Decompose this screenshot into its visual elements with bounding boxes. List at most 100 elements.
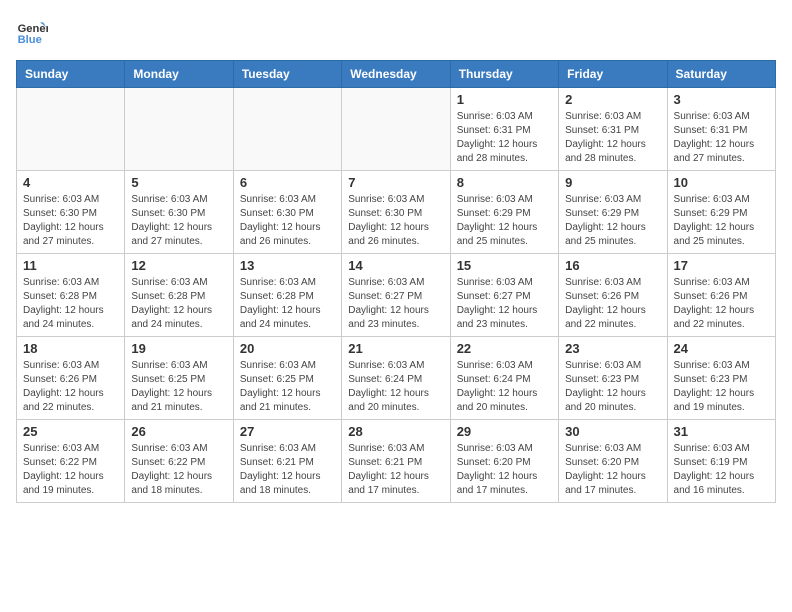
day-number: 5 <box>131 175 226 190</box>
weekday-header-sunday: Sunday <box>17 61 125 88</box>
day-number: 18 <box>23 341 118 356</box>
day-cell-13: 13 Sunrise: 6:03 AM Sunset: 6:28 PM Dayli… <box>233 254 341 337</box>
day-number: 21 <box>348 341 443 356</box>
day-number: 26 <box>131 424 226 439</box>
day-cell-31: 31Sunrise: 6:03 AM Sunset: 6:19 PM Dayli… <box>667 420 775 503</box>
day-number: 12 <box>131 258 226 273</box>
day-number: 14 <box>348 258 443 273</box>
day-info: Sunrise: 6:03 AM Sunset: 6:21 PM Dayligh… <box>348 442 443 498</box>
day-number: 27 <box>240 424 335 439</box>
empty-cell <box>125 88 233 171</box>
day-cell-29: 29 Sunrise: 6:03 AM Sunset: 6:20 PM Dayli… <box>450 420 558 503</box>
weekday-header-friday: Friday <box>559 61 667 88</box>
day-info: Sunrise: 6:03 AM Sunset: 6:23 PM Dayligh… <box>674 359 769 415</box>
week-row-5: 25 Sunrise: 6:03 AM Sunset: 6:22 PM Dayli… <box>17 420 776 503</box>
day-info: Sunrise: 6:03 AM Sunset: 6:26 PM Dayligh… <box>565 276 660 332</box>
day-info: Sunrise: 6:03 AM Sunset: 6:24 PM Dayligh… <box>457 359 552 415</box>
day-info: Sunrise: 6:03 AM Sunset: 6:21 PM Dayligh… <box>240 442 335 498</box>
day-info: Sunrise: 6:03 AM Sunset: 6:31 PM Dayligh… <box>565 110 660 166</box>
calendar-table: SundayMondayTuesdayWednesdayThursdayFrid… <box>16 60 776 503</box>
day-info: Sunrise: 6:03 AM Sunset: 6:29 PM Dayligh… <box>457 193 552 249</box>
day-info: Sunrise: 6:03 AM Sunset: 6:20 PM Dayligh… <box>457 442 552 498</box>
logo: General Blue <box>16 16 48 48</box>
day-cell-15: 15 Sunrise: 6:03 AM Sunset: 6:27 PM Dayli… <box>450 254 558 337</box>
weekday-header-row: SundayMondayTuesdayWednesdayThursdayFrid… <box>17 61 776 88</box>
day-cell-17: 17Sunrise: 6:03 AM Sunset: 6:26 PM Dayli… <box>667 254 775 337</box>
day-cell-4: 4 Sunrise: 6:03 AM Sunset: 6:30 PM Daylig… <box>17 171 125 254</box>
day-info: Sunrise: 6:03 AM Sunset: 6:26 PM Dayligh… <box>674 276 769 332</box>
day-number: 10 <box>674 175 769 190</box>
day-cell-1: 1 Sunrise: 6:03 AM Sunset: 6:31 PM Daylig… <box>450 88 558 171</box>
day-info: Sunrise: 6:03 AM Sunset: 6:28 PM Dayligh… <box>131 276 226 332</box>
day-number: 7 <box>348 175 443 190</box>
day-info: Sunrise: 6:03 AM Sunset: 6:28 PM Dayligh… <box>240 276 335 332</box>
day-cell-20: 20 Sunrise: 6:03 AM Sunset: 6:25 PM Dayli… <box>233 337 341 420</box>
day-info: Sunrise: 6:03 AM Sunset: 6:27 PM Dayligh… <box>457 276 552 332</box>
day-number: 1 <box>457 92 552 107</box>
svg-text:Blue: Blue <box>18 34 42 46</box>
day-cell-25: 25 Sunrise: 6:03 AM Sunset: 6:22 PM Dayli… <box>17 420 125 503</box>
day-info: Sunrise: 6:03 AM Sunset: 6:27 PM Dayligh… <box>348 276 443 332</box>
page-header: General Blue <box>16 16 776 48</box>
day-info: Sunrise: 6:03 AM Sunset: 6:26 PM Dayligh… <box>23 359 118 415</box>
weekday-header-saturday: Saturday <box>667 61 775 88</box>
day-info: Sunrise: 6:03 AM Sunset: 6:30 PM Dayligh… <box>131 193 226 249</box>
day-cell-26: 26 Sunrise: 6:03 AM Sunset: 6:22 PM Dayli… <box>125 420 233 503</box>
weekday-header-thursday: Thursday <box>450 61 558 88</box>
day-info: Sunrise: 6:03 AM Sunset: 6:31 PM Dayligh… <box>674 110 769 166</box>
day-cell-23: 23Sunrise: 6:03 AM Sunset: 6:23 PM Dayli… <box>559 337 667 420</box>
day-number: 2 <box>565 92 660 107</box>
empty-cell <box>342 88 450 171</box>
day-number: 15 <box>457 258 552 273</box>
day-info: Sunrise: 6:03 AM Sunset: 6:25 PM Dayligh… <box>240 359 335 415</box>
day-info: Sunrise: 6:03 AM Sunset: 6:29 PM Dayligh… <box>674 193 769 249</box>
week-row-4: 18 Sunrise: 6:03 AM Sunset: 6:26 PM Dayli… <box>17 337 776 420</box>
day-info: Sunrise: 6:03 AM Sunset: 6:30 PM Dayligh… <box>240 193 335 249</box>
day-cell-2: 2 Sunrise: 6:03 AM Sunset: 6:31 PM Daylig… <box>559 88 667 171</box>
day-number: 13 <box>240 258 335 273</box>
day-info: Sunrise: 6:03 AM Sunset: 6:24 PM Dayligh… <box>348 359 443 415</box>
day-info: Sunrise: 6:03 AM Sunset: 6:31 PM Dayligh… <box>457 110 552 166</box>
day-number: 28 <box>348 424 443 439</box>
day-cell-14: 14 Sunrise: 6:03 AM Sunset: 6:27 PM Dayli… <box>342 254 450 337</box>
day-cell-5: 5 Sunrise: 6:03 AM Sunset: 6:30 PM Daylig… <box>125 171 233 254</box>
day-cell-12: 12 Sunrise: 6:03 AM Sunset: 6:28 PM Dayli… <box>125 254 233 337</box>
day-cell-30: 30 Sunrise: 6:03 AM Sunset: 6:20 PM Dayli… <box>559 420 667 503</box>
day-info: Sunrise: 6:03 AM Sunset: 6:19 PM Dayligh… <box>674 442 769 498</box>
week-row-1: 1 Sunrise: 6:03 AM Sunset: 6:31 PM Daylig… <box>17 88 776 171</box>
day-number: 4 <box>23 175 118 190</box>
day-info: Sunrise: 6:03 AM Sunset: 6:30 PM Dayligh… <box>23 193 118 249</box>
empty-cell <box>233 88 341 171</box>
day-cell-24: 24Sunrise: 6:03 AM Sunset: 6:23 PM Dayli… <box>667 337 775 420</box>
day-info: Sunrise: 6:03 AM Sunset: 6:22 PM Dayligh… <box>131 442 226 498</box>
day-info: Sunrise: 6:03 AM Sunset: 6:20 PM Dayligh… <box>565 442 660 498</box>
day-number: 20 <box>240 341 335 356</box>
day-cell-6: 6 Sunrise: 6:03 AM Sunset: 6:30 PM Daylig… <box>233 171 341 254</box>
day-number: 3 <box>674 92 769 107</box>
day-number: 9 <box>565 175 660 190</box>
day-cell-11: 11 Sunrise: 6:03 AM Sunset: 6:28 PM Dayli… <box>17 254 125 337</box>
day-cell-18: 18 Sunrise: 6:03 AM Sunset: 6:26 PM Dayli… <box>17 337 125 420</box>
week-row-3: 11 Sunrise: 6:03 AM Sunset: 6:28 PM Dayli… <box>17 254 776 337</box>
day-number: 30 <box>565 424 660 439</box>
day-cell-8: 8 Sunrise: 6:03 AM Sunset: 6:29 PM Daylig… <box>450 171 558 254</box>
weekday-header-monday: Monday <box>125 61 233 88</box>
weekday-header-tuesday: Tuesday <box>233 61 341 88</box>
day-number: 8 <box>457 175 552 190</box>
day-cell-9: 9Sunrise: 6:03 AM Sunset: 6:29 PM Daylig… <box>559 171 667 254</box>
day-number: 11 <box>23 258 118 273</box>
day-cell-22: 22Sunrise: 6:03 AM Sunset: 6:24 PM Dayli… <box>450 337 558 420</box>
day-info: Sunrise: 6:03 AM Sunset: 6:22 PM Dayligh… <box>23 442 118 498</box>
day-cell-7: 7Sunrise: 6:03 AM Sunset: 6:30 PM Daylig… <box>342 171 450 254</box>
day-cell-16: 16 Sunrise: 6:03 AM Sunset: 6:26 PM Dayli… <box>559 254 667 337</box>
day-cell-27: 27 Sunrise: 6:03 AM Sunset: 6:21 PM Dayli… <box>233 420 341 503</box>
day-number: 25 <box>23 424 118 439</box>
day-info: Sunrise: 6:03 AM Sunset: 6:23 PM Dayligh… <box>565 359 660 415</box>
weekday-header-wednesday: Wednesday <box>342 61 450 88</box>
day-cell-19: 19Sunrise: 6:03 AM Sunset: 6:25 PM Dayli… <box>125 337 233 420</box>
day-number: 29 <box>457 424 552 439</box>
day-number: 6 <box>240 175 335 190</box>
day-number: 16 <box>565 258 660 273</box>
empty-cell <box>17 88 125 171</box>
day-info: Sunrise: 6:03 AM Sunset: 6:28 PM Dayligh… <box>23 276 118 332</box>
